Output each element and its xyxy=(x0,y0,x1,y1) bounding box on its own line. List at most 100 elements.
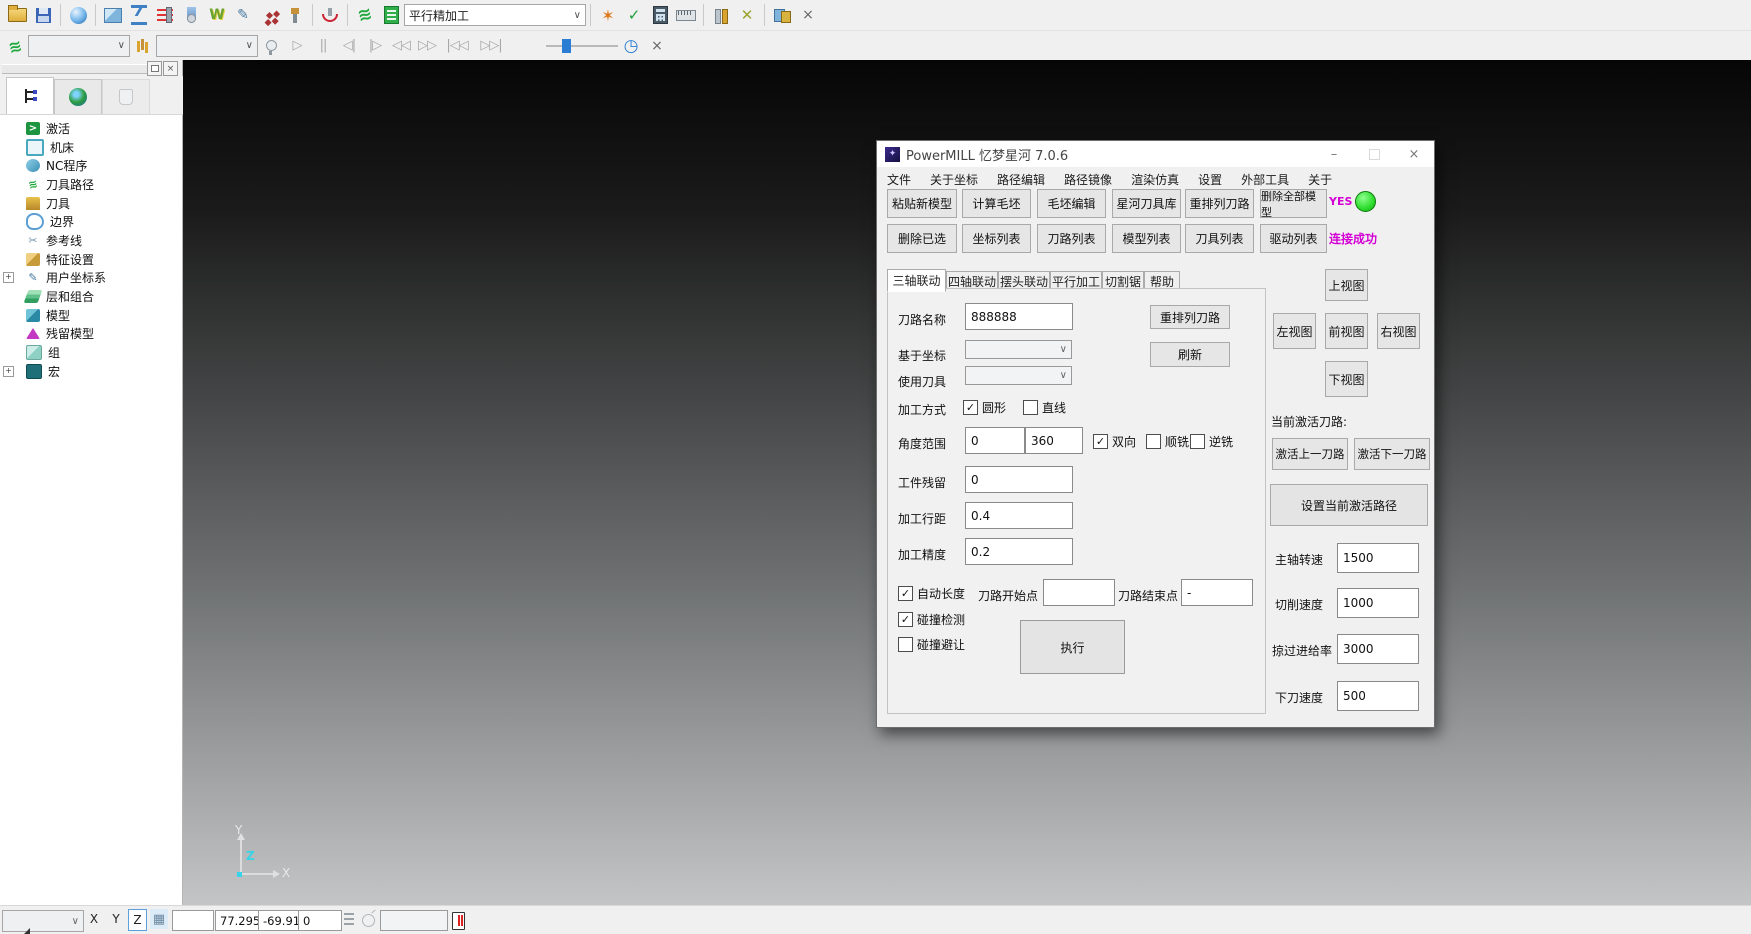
strategy-dropdown[interactable]: 平行精加工 ∨ xyxy=(404,4,586,26)
climb-checkbox[interactable]: 顺铣 xyxy=(1146,433,1189,450)
tool-pair-icon[interactable] xyxy=(709,3,733,27)
close-panel-icon[interactable]: × xyxy=(163,61,178,76)
tab-3axis[interactable]: 三轴联动 xyxy=(887,269,946,292)
open-file-icon[interactable] xyxy=(5,3,29,27)
menu-path-edit[interactable]: 路径编辑 xyxy=(997,171,1045,188)
coord-y-input[interactable]: -69.918 xyxy=(258,910,300,931)
menu-path-mirror[interactable]: 路径镜像 xyxy=(1064,171,1112,188)
speed-slider-handle[interactable] xyxy=(562,39,571,53)
drive-list-button[interactable]: 驱动列表 xyxy=(1260,224,1327,253)
grid-toggle-button[interactable]: ▦ xyxy=(150,909,168,929)
tool-select-dropdown[interactable]: ∨ xyxy=(156,35,258,57)
tree-item-groups[interactable]: 组 xyxy=(0,343,182,362)
tree-item-macros[interactable]: + 宏 xyxy=(0,362,182,381)
coord-x-input[interactable]: 77.2951 xyxy=(215,910,260,931)
tool-dropdown[interactable]: ∨ xyxy=(965,366,1072,385)
mode-circle-checkbox[interactable]: ✓ 圆形 xyxy=(963,399,1006,416)
menu-external-tools[interactable]: 外部工具 xyxy=(1241,171,1289,188)
toolpath-strategy-icon[interactable] xyxy=(127,3,151,27)
expand-icon[interactable]: + xyxy=(3,366,14,377)
axis-z-button[interactable]: Z xyxy=(128,909,147,931)
close-toolbar-icon[interactable]: × xyxy=(796,3,820,27)
save-icon[interactable] xyxy=(31,3,55,27)
coord-list-button[interactable]: 坐标列表 xyxy=(962,224,1031,253)
tree-item-patterns[interactable]: ✂ 参考线 xyxy=(0,231,182,250)
menu-settings[interactable]: 设置 xyxy=(1198,171,1222,188)
rapid-feed-input[interactable]: 3000 xyxy=(1337,634,1419,664)
stock-edit-icon[interactable] xyxy=(153,3,177,27)
conventional-checkbox[interactable]: 逆铣 xyxy=(1190,433,1233,450)
transform-arrows-icon[interactable]: ✕ xyxy=(735,3,759,27)
calculator-icon[interactable] xyxy=(648,3,672,27)
refresh-button[interactable]: 刷新 xyxy=(1150,342,1230,367)
set-active-path-button[interactable]: 设置当前激活路径 xyxy=(1270,484,1428,526)
rewind-button[interactable]: ◁◁ xyxy=(388,38,414,53)
menu-render-sim[interactable]: 渲染仿真 xyxy=(1131,171,1179,188)
axis-x-button[interactable]: X xyxy=(86,909,102,929)
angle-to-input[interactable]: 360 xyxy=(1025,427,1083,454)
simulate-entity-icon[interactable]: ✶ xyxy=(596,3,620,27)
tree-item-nc-program[interactable]: NC程序 xyxy=(0,156,182,175)
pattern-pencil-icon[interactable]: ✎ xyxy=(231,3,255,27)
toolpath-spiral-icon[interactable]: ≋ xyxy=(350,0,379,29)
tolerance-status-input[interactable] xyxy=(380,910,448,931)
tree-item-feature-sets[interactable]: 特征设置 xyxy=(0,250,182,269)
simulate-check-icon[interactable]: ✓ xyxy=(622,3,646,27)
stepover-input[interactable]: 0.4 xyxy=(965,502,1073,529)
tree-item-machine[interactable]: 机床 xyxy=(0,138,182,157)
expand-icon[interactable]: + xyxy=(3,272,14,283)
block-icon[interactable] xyxy=(101,3,125,27)
cutting-speed-input[interactable]: 1000 xyxy=(1337,588,1419,618)
mode-line-checkbox[interactable]: 直线 xyxy=(1023,399,1066,416)
view-right-button[interactable]: 右视图 xyxy=(1377,313,1420,349)
tolerance-input[interactable]: 0.2 xyxy=(965,538,1073,565)
toolpath-select-dropdown[interactable]: ∨ xyxy=(28,35,130,57)
tool-library-button[interactable]: 星河刀具库 xyxy=(1112,189,1181,218)
close-toolbar-icon[interactable]: × xyxy=(645,34,669,58)
rearrange-toolpaths-button[interactable]: 重排列刀路 xyxy=(1185,189,1254,218)
tree-item-stock-models[interactable]: 残留模型 xyxy=(0,325,182,344)
delete-selected-button[interactable]: 删除已选 xyxy=(887,224,957,253)
go-to-end-button[interactable]: ▷▷| xyxy=(474,38,508,53)
stock-edit-button[interactable]: 毛坯编辑 xyxy=(1037,189,1106,218)
model-list-button[interactable]: 模型列表 xyxy=(1112,224,1181,253)
bidirectional-checkbox[interactable]: ✓ 双向 xyxy=(1093,433,1136,450)
tree-item-workplanes[interactable]: + ✎ 用户坐标系 xyxy=(0,269,182,288)
tab-globe[interactable] xyxy=(54,79,102,114)
minimize-button[interactable]: – xyxy=(1314,141,1354,167)
fast-forward-button[interactable]: ▷▷ xyxy=(414,38,440,53)
end-point-input[interactable]: - xyxy=(1181,579,1253,606)
tree-item-models[interactable]: 模型 xyxy=(0,306,182,325)
paste-model-button[interactable]: 粘贴新模型 xyxy=(887,189,957,218)
plunge-speed-input[interactable]: 500 xyxy=(1337,681,1419,711)
view-bottom-button[interactable]: 下视图 xyxy=(1325,361,1368,397)
close-button[interactable]: × xyxy=(1394,141,1434,167)
stock-input[interactable]: 0 xyxy=(965,466,1073,493)
tab-explorer-tree[interactable] xyxy=(6,77,54,114)
start-point-input[interactable] xyxy=(1043,579,1115,606)
tool-assembly-icon[interactable] xyxy=(318,3,342,27)
grid-size-input[interactable] xyxy=(172,910,214,931)
delete-all-models-button[interactable]: 删除全部模型 xyxy=(1260,189,1327,218)
view-front-button[interactable]: 前视图 xyxy=(1325,313,1368,349)
view-left-button[interactable]: 左视图 xyxy=(1273,313,1316,349)
panel-grabber[interactable] xyxy=(2,64,158,74)
axis-y-button[interactable]: Y xyxy=(108,909,124,929)
compare-blocks-icon[interactable] xyxy=(770,3,794,27)
execute-button[interactable]: 执行 xyxy=(1020,620,1125,674)
maximize-button[interactable] xyxy=(1354,141,1394,167)
collision-avoid-checkbox[interactable]: 碰撞避让 xyxy=(898,636,965,653)
activate-next-button[interactable]: 激活下一刀路 xyxy=(1354,438,1430,470)
compute-stock-button[interactable]: 计算毛坯 xyxy=(962,189,1031,218)
coord-dropdown[interactable]: ∨ xyxy=(965,340,1072,359)
tree-item-boundaries[interactable]: 边界 xyxy=(0,212,182,231)
go-to-start-button[interactable]: |◁◁ xyxy=(440,38,474,53)
workplane-dropdown[interactable]: ∨ xyxy=(2,910,84,932)
tree-item-toolpaths[interactable]: ≋ 刀具路径 xyxy=(0,175,182,194)
menu-coords[interactable]: 关于坐标 xyxy=(930,171,978,188)
angle-from-input[interactable]: 0 xyxy=(965,427,1025,454)
tree-item-tools[interactable]: 刀具 xyxy=(0,194,182,213)
auto-length-checkbox[interactable]: ✓ 自动长度 xyxy=(898,585,965,602)
toolpath-name-input[interactable]: 888888 xyxy=(965,303,1073,330)
lightbulb-icon[interactable] xyxy=(259,34,283,58)
